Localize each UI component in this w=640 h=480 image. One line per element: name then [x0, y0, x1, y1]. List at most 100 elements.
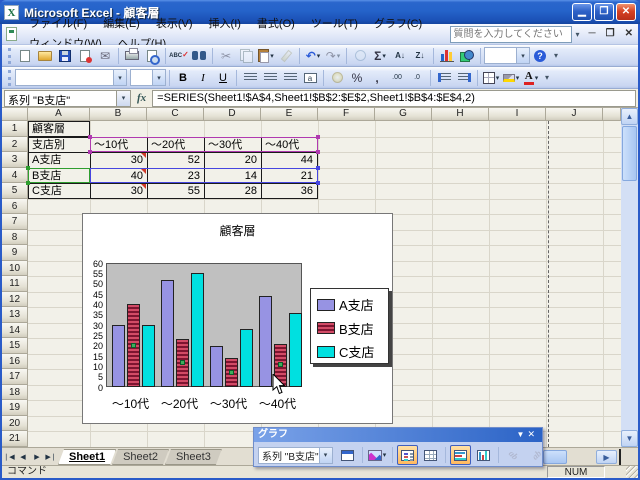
- new-button[interactable]: [15, 47, 35, 65]
- percent-style-button[interactable]: %: [347, 69, 367, 87]
- cell-A2[interactable]: 支店別: [28, 137, 90, 153]
- cut-button[interactable]: ✂: [216, 47, 236, 65]
- last-sheet-icon[interactable]: ▶❘: [44, 449, 58, 464]
- doc-close-button[interactable]: ✕: [620, 26, 638, 42]
- cell-C2[interactable]: 〜20代: [147, 137, 204, 153]
- menu-item-2[interactable]: 表示(V): [148, 14, 201, 34]
- row-header-7[interactable]: 7: [2, 214, 28, 230]
- column-header-J[interactable]: J: [546, 108, 603, 121]
- toolbar-grip[interactable]: [8, 48, 11, 64]
- cell-D2[interactable]: 〜30代: [204, 137, 261, 153]
- print-button[interactable]: [122, 47, 142, 65]
- legend-entry-A支店[interactable]: A支店: [317, 295, 374, 314]
- angle-counterclockwise-button[interactable]: ab: [526, 445, 547, 465]
- bold-button[interactable]: B: [173, 69, 193, 87]
- cell-A5[interactable]: C支店: [28, 183, 90, 199]
- cell-A1[interactable]: 顧客層: [28, 121, 90, 137]
- row-header-17[interactable]: 17: [2, 369, 28, 385]
- increase-decimal-button[interactable]: .00: [387, 69, 407, 87]
- column-header-A[interactable]: A: [28, 108, 90, 121]
- cell-B4[interactable]: 40: [90, 168, 147, 184]
- cell-B3[interactable]: 30: [90, 152, 147, 168]
- row-header-12[interactable]: 12: [2, 292, 28, 308]
- bar-A支店-〜30代[interactable]: [210, 346, 223, 387]
- menu-item-0[interactable]: ファイル(F): [21, 14, 95, 34]
- cell-E3[interactable]: 44: [261, 152, 318, 168]
- row-header-10[interactable]: 10: [2, 261, 28, 277]
- italic-button[interactable]: I: [193, 69, 213, 87]
- row-header-11[interactable]: 11: [2, 276, 28, 292]
- legend-entry-C支店[interactable]: C支店: [317, 342, 374, 361]
- bar-C支店-〜40代[interactable]: [289, 313, 302, 387]
- cell-C5[interactable]: 55: [147, 183, 204, 199]
- scroll-down-icon[interactable]: ▼: [621, 430, 638, 447]
- select-all-corner[interactable]: [2, 108, 28, 121]
- scroll-up-icon[interactable]: ▲: [621, 108, 638, 125]
- research-button[interactable]: [189, 47, 209, 65]
- cell-E2[interactable]: 〜40代: [261, 137, 318, 153]
- chart-toolbar-close-icon[interactable]: ✕: [527, 429, 538, 439]
- bar-C支店-〜30代[interactable]: [240, 329, 253, 387]
- bar-C支店-〜20代[interactable]: [191, 273, 204, 387]
- name-box-dropdown-icon[interactable]: ▾: [117, 90, 131, 107]
- increase-indent-button[interactable]: [454, 69, 474, 87]
- underline-button[interactable]: U: [213, 69, 233, 87]
- cell-B5[interactable]: 30: [90, 183, 147, 199]
- hyperlink-button[interactable]: [350, 47, 370, 65]
- align-center-button[interactable]: [260, 69, 280, 87]
- question-input[interactable]: [450, 26, 572, 43]
- spelling-button[interactable]: ABC: [169, 47, 189, 65]
- cell-B2[interactable]: 〜10代: [90, 137, 147, 153]
- row-header-14[interactable]: 14: [2, 323, 28, 339]
- bar-C支店-〜10代[interactable]: [142, 325, 155, 387]
- cell-E4[interactable]: 21: [261, 168, 318, 184]
- question-dropdown-icon[interactable]: ▾: [572, 30, 584, 39]
- undo-button[interactable]: ↶▾: [303, 47, 323, 65]
- by-row-button[interactable]: [450, 445, 471, 465]
- toolbar-options-icon[interactable]: ▾: [541, 73, 553, 82]
- row-header-1[interactable]: 1: [2, 121, 28, 137]
- format-painter-button[interactable]: [276, 47, 296, 65]
- row-header-16[interactable]: 16: [2, 354, 28, 370]
- row-header-4[interactable]: 4: [2, 168, 28, 184]
- cell-D3[interactable]: 20: [204, 152, 261, 168]
- align-left-button[interactable]: [240, 69, 260, 87]
- open-button[interactable]: [35, 47, 55, 65]
- name-box[interactable]: 系列 "B支店": [4, 90, 117, 107]
- cell-D4[interactable]: 14: [204, 168, 261, 184]
- copy-button[interactable]: [236, 47, 256, 65]
- hscroll-right-icon[interactable]: ▶: [596, 450, 617, 464]
- sheet-tab-Sheet1[interactable]: Sheet1: [58, 449, 116, 465]
- row-header-3[interactable]: 3: [2, 152, 28, 168]
- tab-split-handle[interactable]: [619, 449, 621, 465]
- by-column-button[interactable]: [473, 445, 494, 465]
- chart-wizard-button[interactable]: [437, 47, 457, 65]
- menu-item-1[interactable]: 編集(E): [95, 14, 148, 34]
- redo-button[interactable]: ↷▾: [323, 47, 343, 65]
- column-header-G[interactable]: G: [375, 108, 432, 121]
- decrease-decimal-button[interactable]: .0: [407, 69, 427, 87]
- vertical-scrollbar[interactable]: ▲▼: [621, 108, 638, 447]
- menu-item-4[interactable]: 書式(O): [249, 14, 303, 34]
- chart-type-button[interactable]: ▾: [367, 445, 388, 465]
- maximize-button[interactable]: ❐: [594, 3, 614, 21]
- chart-toolbar-titlebar[interactable]: グラフ ▼✕: [254, 428, 542, 442]
- cell-A3[interactable]: A支店: [28, 152, 90, 168]
- font-size-combo[interactable]: ▾: [130, 69, 166, 86]
- font-color-button[interactable]: A▾: [521, 69, 541, 87]
- permission-button[interactable]: [75, 47, 95, 65]
- legend-button[interactable]: [397, 445, 418, 465]
- comma-style-button[interactable]: ,: [367, 69, 387, 87]
- row-header-9[interactable]: 9: [2, 245, 28, 261]
- bar-A支店-〜10代[interactable]: [112, 325, 125, 387]
- chart-object-combo[interactable]: 系列 "B支店" ▾: [258, 447, 333, 464]
- borders-button[interactable]: ▾: [481, 69, 501, 87]
- toolbar-grip[interactable]: [8, 70, 11, 86]
- print-preview-button[interactable]: [142, 47, 162, 65]
- resize-grip[interactable]: [626, 466, 638, 478]
- currency-style-button[interactable]: [327, 69, 347, 87]
- help-button[interactable]: ?: [530, 47, 550, 65]
- font-name-combo[interactable]: ▾: [15, 69, 127, 86]
- cell-C3[interactable]: 52: [147, 152, 204, 168]
- save-button[interactable]: [55, 47, 75, 65]
